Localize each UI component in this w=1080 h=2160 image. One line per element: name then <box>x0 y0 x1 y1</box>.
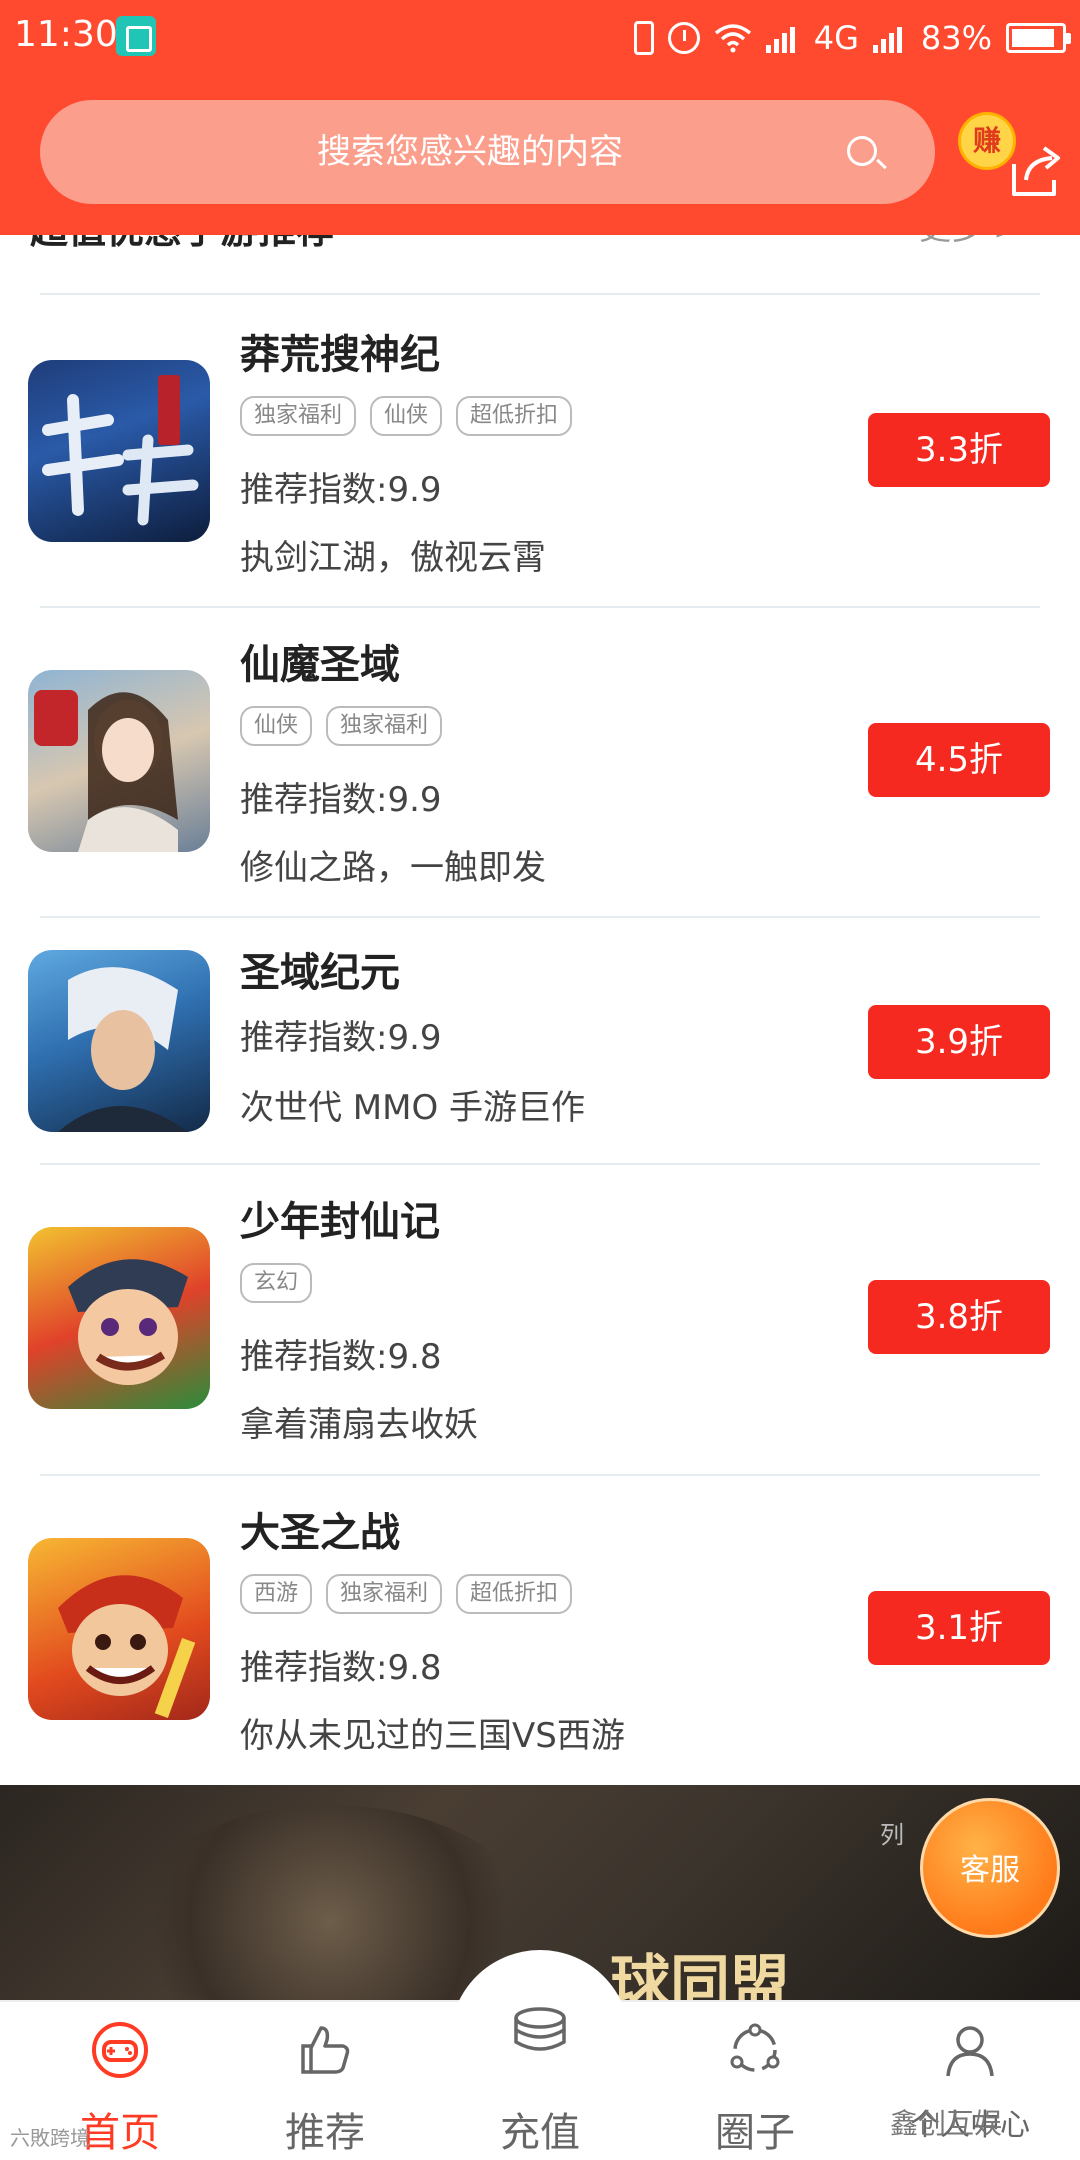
customer-service-button[interactable]: 客服 <box>920 1798 1060 1938</box>
tag: 玄幻 <box>240 1263 313 1303</box>
watermark-right: 鑫创互娱 <box>890 2107 1003 2140</box>
rating: 推荐指数:9.8 <box>240 1648 442 1688</box>
battery-percent: 83% <box>920 19 992 57</box>
tab-label: 充值 <box>500 2110 580 2156</box>
screenshot-icon <box>116 16 156 56</box>
top-header: 11:30 4G 83% 搜索您感兴趣的内容 赚 <box>0 0 1080 235</box>
shao-nian-game-icon[interactable] <box>28 1227 210 1409</box>
rating: 推荐指数:9.8 <box>240 1337 442 1377</box>
rating: 推荐指数:9.9 <box>240 470 442 510</box>
share-icon[interactable] <box>1006 140 1066 200</box>
divider <box>40 916 1040 918</box>
tab-label: 推荐 <box>285 2110 365 2156</box>
battery-icon <box>1006 23 1071 53</box>
search-bar[interactable]: 搜索您感兴趣的内容 <box>40 100 935 204</box>
earn-badge[interactable]: 赚 <box>958 112 1016 170</box>
tag: 仙侠 <box>240 706 313 746</box>
mang-huang-game-icon[interactable] <box>28 360 210 542</box>
tag: 仙侠 <box>370 396 443 436</box>
tag-list: 仙侠 独家福利 <box>240 706 443 746</box>
description: 执剑江湖，傲视云霄 <box>240 538 546 578</box>
game-name: 圣域纪元 <box>240 950 400 996</box>
banner-logo: 列 <box>880 1821 904 1849</box>
description: 修仙之路，一触即发 <box>240 848 546 888</box>
game-item[interactable]: 少年封仙记 玄幻 推荐指数:9.8 拿着蒲扇去收妖 3.8折 <box>0 1167 1080 1477</box>
banner-warrior-image <box>120 1805 540 2000</box>
signal-icon <box>765 23 800 53</box>
tag: 独家福利 <box>326 1574 443 1614</box>
section-header: 超值优惠手游推荐 更多 > <box>0 225 1080 295</box>
discount-button[interactable]: 3.3折 <box>868 413 1050 487</box>
tab-circle[interactable]: 圈子 <box>675 2020 835 2160</box>
divider <box>40 606 1040 608</box>
tab-recommend[interactable]: 推荐 <box>245 2020 405 2160</box>
customer-service-label: 客服 <box>960 1853 1020 1888</box>
tag-list: 西游 独家福利 超低折扣 <box>240 1574 573 1614</box>
discount-button[interactable]: 3.9折 <box>868 1005 1050 1079</box>
search-placeholder[interactable]: 搜索您感兴趣的内容 <box>40 100 900 204</box>
description: 次世代 MMO 手游巨作 <box>240 1088 586 1128</box>
game-name: 少年封仙记 <box>240 1199 440 1245</box>
game-name: 大圣之战 <box>240 1510 400 1556</box>
rating: 推荐指数:9.9 <box>240 1018 442 1058</box>
discount-button[interactable]: 4.5折 <box>868 723 1050 797</box>
tag: 西游 <box>240 1574 313 1614</box>
alarm-icon <box>667 22 700 54</box>
sheng-yu-game-icon[interactable] <box>28 950 210 1132</box>
divider <box>40 1163 1040 1165</box>
tag: 超低折扣 <box>456 396 573 436</box>
status-icons: 4G 83% <box>633 16 1071 60</box>
tag-list: 独家福利 仙侠 超低折扣 <box>240 396 573 436</box>
game-item[interactable]: 莽荒搜神纪 独家福利 仙侠 超低折扣 推荐指数:9.9 执剑江湖，傲视云霄 3.… <box>0 300 1080 610</box>
person-icon <box>946 2026 994 2077</box>
search-icon[interactable] <box>847 136 877 166</box>
xian-mo-game-icon[interactable] <box>28 670 210 852</box>
game-item[interactable]: 仙魔圣域 仙侠 独家福利 推荐指数:9.9 修仙之路，一触即发 4.5折 <box>0 610 1080 920</box>
signal-icon-2 <box>872 23 907 53</box>
da-sheng-game-icon[interactable] <box>28 1538 210 1720</box>
divider <box>40 1474 1040 1476</box>
watermark-left: 六敗跨境 <box>10 2126 90 2150</box>
tag: 独家福利 <box>240 396 357 436</box>
rating: 推荐指数:9.9 <box>240 780 442 820</box>
game-item[interactable]: 大圣之战 西游 独家福利 超低折扣 推荐指数:9.8 你从未见过的三国VS西游 … <box>0 1478 1080 1788</box>
tag: 独家福利 <box>326 706 443 746</box>
clock: 11:30 <box>14 14 118 55</box>
status-bar: 11:30 4G 83% <box>0 0 1080 80</box>
description: 拿着蒲扇去收妖 <box>240 1405 478 1445</box>
game-item[interactable]: 圣域纪元 推荐指数:9.9 次世代 MMO 手游巨作 3.9折 <box>0 920 1080 1165</box>
section-divider <box>40 293 1040 295</box>
discount-button[interactable]: 3.8折 <box>868 1280 1050 1354</box>
tab-label: 圈子 <box>715 2110 795 2156</box>
circle-share-icon <box>730 2023 780 2072</box>
tab-recharge[interactable]: 充值 <box>460 2007 620 2160</box>
vibrate-icon <box>633 21 654 55</box>
banner-text: 球同盟 <box>610 1949 790 2000</box>
thumbs-up-icon <box>301 2026 350 2074</box>
tag-list: 玄幻 <box>240 1263 313 1303</box>
network-type: 4G <box>813 19 859 57</box>
gamepad-icon <box>92 2022 148 2078</box>
discount-button[interactable]: 3.1折 <box>868 1591 1050 1665</box>
game-name: 莽荒搜神纪 <box>240 332 440 378</box>
coins-icon <box>514 2007 566 2051</box>
tag: 超低折扣 <box>456 1574 573 1614</box>
game-name: 仙魔圣域 <box>240 642 400 688</box>
description: 你从未见过的三国VS西游 <box>240 1716 625 1756</box>
wifi-icon <box>714 24 751 53</box>
